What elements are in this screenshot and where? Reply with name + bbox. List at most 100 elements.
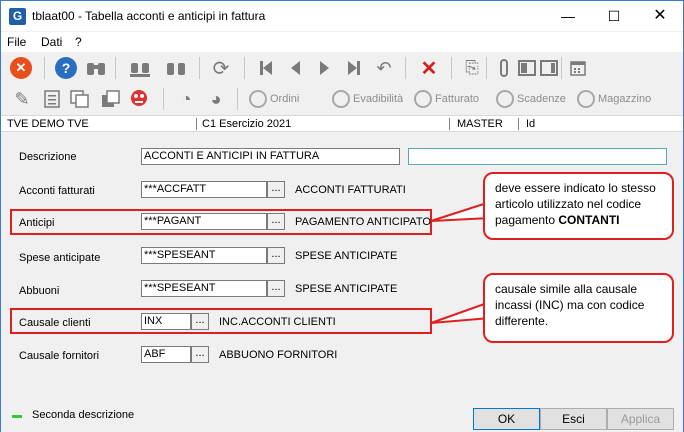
- id-label: Id: [526, 118, 536, 130]
- causale-clienti-code-field[interactable]: INX: [141, 313, 191, 330]
- abbuoni-description: SPESE ANTICIPATE: [295, 283, 398, 295]
- binoculars-detail-icon[interactable]: [165, 57, 187, 79]
- magazzino-button[interactable]: Magazzino: [577, 88, 651, 110]
- causale-fornitori-label: Causale fornitori: [19, 350, 100, 362]
- spese-anticipate-code-field[interactable]: ***SPESEANT: [141, 247, 267, 264]
- scadenze-icon: [496, 90, 514, 108]
- main-toolbar: ✕ ? ⟳ ↶ ✕ ⎘: [1, 52, 683, 84]
- toolbar-separator: [244, 57, 245, 79]
- window-title: tblaat00 - Tabella acconti e anticipi in…: [32, 9, 266, 23]
- abbuoni-code-field[interactable]: ***SPESEANT: [141, 280, 267, 297]
- close-window-button[interactable]: ✕: [637, 1, 683, 31]
- causale-fornitori-code-field[interactable]: ABF: [141, 346, 191, 363]
- toolbar-separator: [163, 88, 164, 110]
- document-list-icon[interactable]: [41, 88, 63, 110]
- exercise-label: C1 Esercizio 2021: [202, 118, 292, 130]
- toolbar-separator: [237, 88, 238, 110]
- stacked-documents-icon[interactable]: [100, 88, 122, 110]
- legend-text: Seconda descrizione: [32, 409, 135, 421]
- window-split-icon[interactable]: [516, 57, 538, 79]
- esci-button[interactable]: Esci: [540, 408, 607, 430]
- history-icon[interactable]: ◔: [175, 88, 197, 110]
- anticipi-code-field[interactable]: ***PAGANT: [141, 213, 267, 230]
- menu-bar: File Dati ?: [1, 32, 683, 52]
- help-icon[interactable]: ?: [55, 57, 77, 79]
- menu-dati[interactable]: Dati: [41, 35, 62, 49]
- anticipi-callout-line2: articolo utilizzato nel codice: [495, 197, 642, 211]
- status-separator: [196, 118, 197, 130]
- footer-bar: Seconda descrizione OK Esci Applica: [1, 403, 683, 432]
- evadibilita-button[interactable]: Evadibilità: [332, 88, 403, 110]
- acconti-fatturati-label: Acconti fatturati: [19, 185, 95, 197]
- toolbar-separator: [405, 57, 406, 79]
- menu-help[interactable]: ?: [75, 35, 82, 49]
- menu-file[interactable]: File: [7, 35, 26, 49]
- acconti-fatturati-lookup-button[interactable]: ...: [267, 181, 285, 198]
- ordini-label: Ordini: [270, 93, 300, 105]
- descrizione-alt-field[interactable]: [408, 148, 667, 165]
- clip-icon[interactable]: [493, 57, 515, 79]
- ordini-button[interactable]: Ordini: [249, 88, 299, 110]
- company-name: TVE DEMO TVE: [7, 118, 89, 130]
- causale-fornitori-lookup-button[interactable]: ...: [191, 346, 209, 363]
- acconti-fatturati-description: ACCONTI FATTURATI: [295, 184, 406, 196]
- last-record-icon[interactable]: [343, 57, 365, 79]
- scadenze-label: Scadenze: [517, 93, 566, 105]
- exit-icon[interactable]: ✕: [10, 57, 32, 79]
- edit-pencil-icon[interactable]: ✎: [11, 88, 33, 110]
- status-separator: [518, 118, 519, 130]
- secondary-toolbar: ✎ ◔ ◕ Ordini Evadibilità Fatturato Scade…: [1, 84, 683, 114]
- company-status-strip: TVE DEMO TVE C1 Esercizio 2021 MASTER Id: [1, 115, 683, 132]
- undo-icon[interactable]: ↶: [373, 57, 395, 79]
- user-label: MASTER: [457, 118, 503, 130]
- window-layout-icon[interactable]: [538, 57, 560, 79]
- fatturato-button[interactable]: Fatturato: [414, 88, 479, 110]
- calendar-icon[interactable]: [567, 57, 589, 79]
- toolbar-separator: [199, 57, 200, 79]
- applica-button[interactable]: Applica: [607, 408, 674, 430]
- toolbar-separator: [44, 57, 45, 79]
- evadibilita-icon: [332, 90, 350, 108]
- spese-anticipate-lookup-button[interactable]: ...: [267, 247, 285, 264]
- descrizione-field[interactable]: ACCONTI E ANTICIPI IN FATTURA: [141, 148, 400, 165]
- maximize-button[interactable]: ☐: [591, 1, 637, 31]
- anticipi-callout-line1: deve essere indicato lo stesso: [495, 181, 656, 195]
- causale-callout: causale simile alla causale incassi (INC…: [483, 273, 674, 343]
- first-record-icon[interactable]: [255, 57, 277, 79]
- title-bar: G tblaat00 - Tabella acconti e anticipi …: [1, 1, 683, 31]
- delete-icon[interactable]: ✕: [418, 57, 440, 80]
- fatturato-icon: [414, 90, 432, 108]
- copy-documents-icon[interactable]: [69, 88, 91, 110]
- search-face-icon[interactable]: [129, 88, 151, 110]
- scadenze-button[interactable]: Scadenze: [496, 88, 566, 110]
- binoculars-list-icon[interactable]: [129, 57, 151, 79]
- magazzino-icon: [577, 90, 595, 108]
- causale-clienti-lookup-button[interactable]: ...: [191, 313, 209, 330]
- main-window: G tblaat00 - Tabella acconti e anticipi …: [0, 0, 684, 432]
- fatturato-label: Fatturato: [435, 93, 480, 105]
- causale-clienti-description: INC.ACCONTI CLIENTI: [219, 316, 336, 328]
- app-icon: G: [9, 8, 26, 25]
- ordini-icon: [249, 90, 267, 108]
- acconti-fatturati-code-field[interactable]: ***ACCFATT: [141, 181, 267, 198]
- causale-callout-line3: differente.: [495, 314, 549, 328]
- history-user-icon[interactable]: ◕: [205, 88, 227, 110]
- ok-button[interactable]: OK: [473, 408, 540, 430]
- status-separator: [449, 118, 450, 130]
- minimize-button[interactable]: —: [545, 1, 591, 31]
- anticipi-callout-line3-bold: CONTANTI: [558, 213, 620, 227]
- attachment-icon[interactable]: ⎘: [461, 57, 483, 79]
- anticipi-callout-line3: pagamento CONTANTI: [495, 212, 662, 228]
- abbuoni-lookup-button[interactable]: ...: [267, 280, 285, 297]
- anticipi-lookup-button[interactable]: ...: [267, 213, 285, 230]
- refresh-icon[interactable]: ⟳: [210, 57, 232, 80]
- binoculars-icon[interactable]: [85, 57, 107, 79]
- anticipi-callout-pointer: [430, 201, 491, 222]
- causale-clienti-label: Causale clienti: [19, 317, 91, 329]
- magazzino-label: Magazzino: [598, 93, 652, 105]
- causale-fornitori-description: ABBUONO FORNITORI: [219, 349, 338, 361]
- toolbar-separator: [115, 57, 116, 79]
- next-record-icon[interactable]: [314, 57, 336, 79]
- legend-color-mark: [12, 415, 22, 418]
- previous-record-icon[interactable]: [284, 57, 306, 79]
